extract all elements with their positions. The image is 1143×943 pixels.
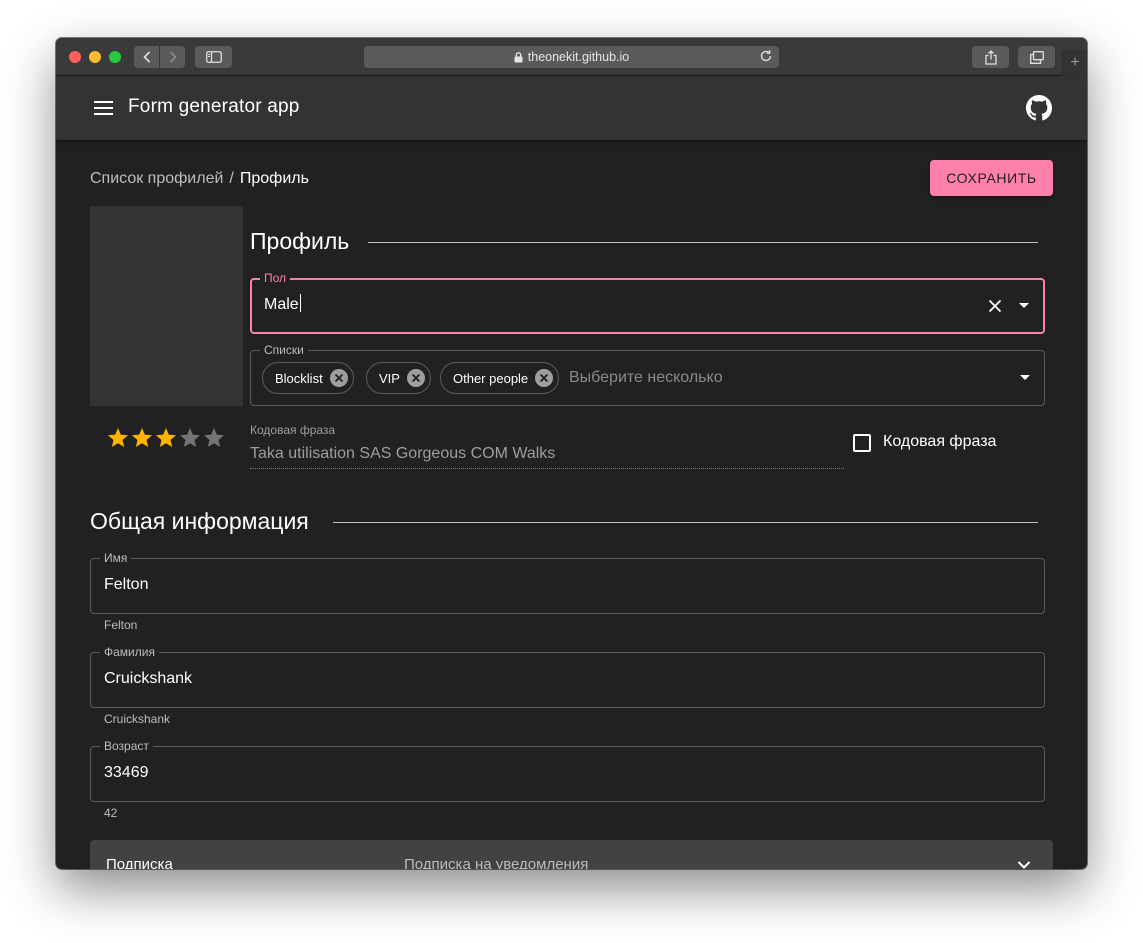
cancel-icon[interactable] — [406, 368, 426, 388]
tabs-icon — [1029, 50, 1044, 64]
arrow-drop-down-icon[interactable] — [1019, 303, 1029, 308]
star-empty-icon[interactable] — [178, 426, 202, 450]
forward-button[interactable] — [159, 46, 185, 68]
gender-field[interactable]: Пол Male — [250, 270, 1045, 334]
expand-more-icon[interactable] — [1015, 856, 1033, 869]
text-cursor — [299, 294, 301, 313]
age-helper: 42 — [104, 806, 118, 820]
new-tab-button[interactable]: + — [1062, 50, 1087, 76]
browser-window: theonekit.github.io + Form generator app… — [56, 38, 1087, 869]
last-name-helper: Cruickshank — [104, 712, 171, 726]
chevron-right-icon — [169, 51, 177, 63]
address-bar[interactable]: theonekit.github.io — [364, 46, 779, 68]
first-name-helper: Felton — [104, 618, 138, 632]
chip-label: Blocklist — [275, 370, 323, 386]
cancel-icon[interactable] — [329, 368, 349, 388]
reload-icon[interactable] — [759, 49, 773, 63]
minimize-window-button[interactable] — [89, 51, 101, 63]
section-divider — [333, 522, 1038, 523]
codeword-checkbox[interactable] — [853, 434, 871, 452]
codeword-label: Кодовая фраза — [250, 423, 336, 437]
back-button[interactable] — [134, 46, 159, 68]
section-divider — [368, 242, 1038, 243]
share-button[interactable] — [972, 46, 1009, 68]
maximize-window-button[interactable] — [109, 51, 121, 63]
star-empty-icon[interactable] — [202, 426, 226, 450]
save-button[interactable]: СОХРАНИТЬ — [930, 160, 1053, 196]
chevron-left-icon — [142, 51, 150, 63]
share-icon — [984, 49, 997, 65]
last-name-input[interactable]: Cruickshank — [104, 670, 192, 688]
age-input[interactable]: 33469 — [104, 764, 149, 782]
first-name-label: Имя — [100, 550, 132, 566]
browser-toolbar: theonekit.github.io + — [56, 38, 1087, 76]
app-title: Form generator app — [128, 96, 300, 117]
arrow-drop-down-icon[interactable] — [1020, 375, 1030, 380]
codeword-checkbox-label[interactable]: Кодовая фраза — [883, 433, 996, 451]
age-field[interactable]: Возраст 33469 — [90, 738, 1045, 802]
lists-field[interactable]: Списки Blocklist VIP Other people Выбери… — [250, 342, 1045, 406]
url-text: theonekit.github.io — [527, 50, 630, 64]
sidebar-icon — [205, 51, 222, 63]
subscription-subtitle: Подписка на уведомления — [404, 856, 589, 869]
close-window-button[interactable] — [69, 51, 81, 63]
breadcrumb-link-profiles[interactable]: Список профилей — [90, 170, 223, 187]
section-title-general: Общая информация — [90, 508, 309, 534]
lists-placeholder[interactable]: Выберите несколько — [569, 369, 723, 387]
age-label: Возраст — [100, 738, 153, 754]
history-navigation — [134, 46, 185, 68]
chip-label: VIP — [379, 370, 400, 386]
first-name-input[interactable]: Felton — [104, 576, 148, 594]
last-name-field[interactable]: Фамилия Cruickshank — [90, 644, 1045, 708]
last-name-label: Фамилия — [100, 644, 159, 660]
breadcrumb: Список профилей / Профиль — [90, 170, 309, 188]
star-filled-icon[interactable] — [106, 426, 130, 450]
plus-icon: + — [1070, 54, 1080, 71]
clear-icon[interactable] — [985, 296, 1005, 316]
section-title-profile: Профиль — [250, 228, 350, 254]
avatar[interactable] — [90, 206, 243, 406]
chip-blocklist[interactable]: Blocklist — [262, 362, 354, 394]
gender-value: Male — [264, 296, 299, 313]
breadcrumb-current: Профиль — [239, 170, 309, 187]
lists-field-label: Списки — [260, 342, 308, 358]
breadcrumb-separator: / — [229, 170, 234, 187]
page-content: Список профилей / Профиль СОХРАНИТЬ Профил… — [56, 140, 1087, 869]
subscription-title: Подписка — [106, 856, 173, 869]
sidebar-toggle-button[interactable] — [195, 46, 232, 68]
lock-icon — [514, 51, 523, 62]
subscription-accordion[interactable]: Подписка Подписка на уведомления — [90, 840, 1053, 869]
chip-vip[interactable]: VIP — [366, 362, 431, 394]
star-filled-icon[interactable] — [154, 426, 178, 450]
gender-field-label: Пол — [260, 270, 291, 286]
chip-label: Other people — [453, 370, 529, 386]
gender-input[interactable]: Male — [264, 294, 301, 314]
chip-other-people[interactable]: Other people — [440, 362, 560, 394]
menu-icon[interactable] — [94, 101, 113, 115]
rating-stars[interactable] — [106, 426, 226, 450]
codeword-input[interactable]: Taka utilisation SAS Gorgeous COM Walks — [250, 445, 555, 463]
cancel-icon[interactable] — [534, 368, 554, 388]
github-icon[interactable] — [1026, 95, 1052, 121]
codeword-underline — [250, 468, 844, 469]
tabs-overview-button[interactable] — [1018, 46, 1055, 68]
star-filled-icon[interactable] — [130, 426, 154, 450]
app-bar: Form generator app — [56, 76, 1087, 140]
first-name-field[interactable]: Имя Felton — [90, 550, 1045, 614]
